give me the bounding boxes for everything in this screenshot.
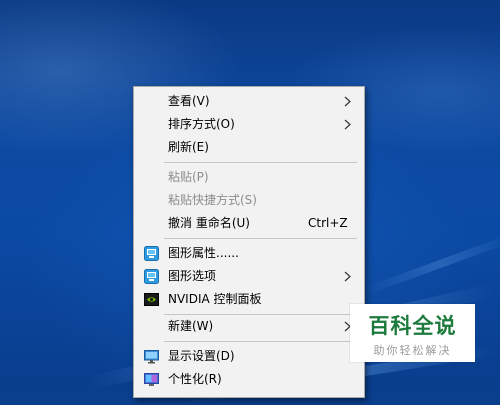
menu-item-label: 查看(V): [168, 94, 210, 108]
menu-item-nvidia-control-panel[interactable]: NVIDIA 控制面板: [134, 288, 364, 311]
menu-item-label: 粘贴(P): [168, 170, 209, 184]
menu-item-label: 排序方式(O): [168, 117, 235, 131]
chevron-right-icon: [344, 119, 351, 130]
watermark-title: 百科全说: [368, 314, 457, 338]
nvidia-icon: [144, 293, 159, 306]
menu-item-label: 刷新(E): [168, 140, 209, 154]
baike-watermark: 百科全说 助你轻松解决: [350, 304, 475, 362]
menu-item-graphics-options[interactable]: 图形选项: [134, 265, 364, 288]
menu-item-label: 显示设置(D): [168, 349, 235, 363]
menu-item-sort-by[interactable]: 排序方式(O): [134, 113, 364, 136]
menu-item-label: NVIDIA 控制面板: [168, 292, 262, 306]
menu-separator: [164, 341, 357, 342]
menu-item-paste[interactable]: 粘贴(P): [134, 166, 364, 189]
menu-item-label: 新建(W): [168, 319, 214, 333]
desktop-context-menu: 查看(V) 排序方式(O) 刷新(E) 粘贴(P) 粘贴快捷方式(S) 撤消 重…: [133, 86, 365, 398]
menu-item-label: 图形属性......: [168, 246, 239, 260]
menu-item-shortcut: Ctrl+Z: [308, 216, 348, 230]
watermark-subtitle: 助你轻松解决: [373, 344, 452, 357]
menu-separator: [164, 162, 357, 163]
chevron-right-icon: [344, 271, 351, 282]
menu-item-view[interactable]: 查看(V): [134, 90, 364, 113]
menu-separator: [164, 238, 357, 239]
menu-item-label: 个性化(R): [168, 372, 222, 386]
personalize-icon: [144, 373, 159, 386]
display-icon: [144, 350, 159, 364]
menu-item-refresh[interactable]: 刷新(E): [134, 136, 364, 159]
menu-item-paste-shortcut[interactable]: 粘贴快捷方式(S): [134, 189, 364, 212]
menu-item-undo-rename[interactable]: 撤消 重命名(U) Ctrl+Z: [134, 212, 364, 235]
intel-graphics-icon: [144, 269, 159, 284]
intel-graphics-icon: [144, 246, 159, 261]
menu-item-display-settings[interactable]: 显示设置(D): [134, 345, 364, 368]
menu-item-label: 粘贴快捷方式(S): [168, 193, 257, 207]
menu-item-new[interactable]: 新建(W): [134, 315, 364, 338]
menu-item-label: 撤消 重命名(U): [168, 216, 250, 230]
menu-item-label: 图形选项: [168, 269, 217, 283]
menu-item-personalize[interactable]: 个性化(R): [134, 368, 364, 391]
menu-item-graphics-properties[interactable]: 图形属性......: [134, 242, 364, 265]
chevron-right-icon: [344, 96, 351, 107]
